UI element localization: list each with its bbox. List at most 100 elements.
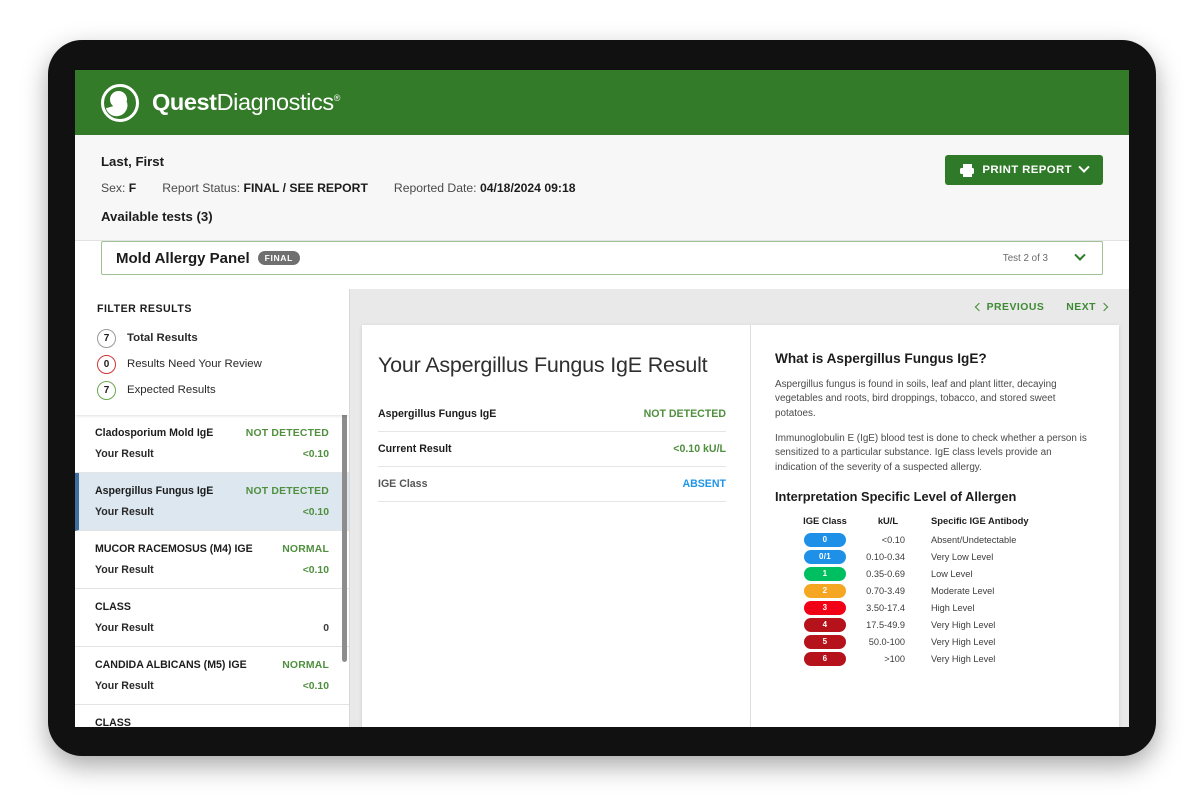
result-value-row: Your Result <0.10 bbox=[95, 506, 329, 518]
result-sub-label: Your Result bbox=[95, 564, 154, 576]
report-status-label: Report Status: bbox=[162, 181, 241, 195]
antibody-description: Low Level bbox=[931, 568, 973, 579]
report-status-value: FINAL / SEE REPORT bbox=[243, 181, 368, 195]
result-value: <0.10 bbox=[302, 507, 329, 518]
filter-count-badge: 7 bbox=[97, 328, 116, 348]
previous-label: PREVIOUS bbox=[986, 301, 1045, 313]
result-list: Cladosporium Mold IgE NOT DETECTED Your Re… bbox=[75, 415, 349, 727]
result-value-row: Your Result 0 bbox=[95, 622, 329, 634]
detail-label: Aspergillus Fungus IgE bbox=[378, 408, 497, 420]
reported-date-value: 04/18/2024 09:18 bbox=[479, 181, 576, 195]
status-badge: NOT DETECTED bbox=[245, 486, 329, 497]
brand-name-bold: Quest bbox=[152, 89, 217, 115]
info-heading: What is Aspergillus Fungus IgE? bbox=[775, 351, 987, 366]
antibody-description: Very High Level bbox=[931, 636, 996, 647]
table-row: 3 3.50-17.4 High Level bbox=[793, 599, 1029, 616]
tablet-screen: QuestDiagnostics® Last, First Sex: F Rep… bbox=[75, 70, 1129, 727]
chevron-down-icon[interactable] bbox=[1074, 249, 1086, 261]
status-badge: NOT DETECTED bbox=[245, 428, 329, 439]
previous-result-link[interactable]: PREVIOUS bbox=[974, 301, 1045, 313]
kul-value: >100 bbox=[884, 653, 905, 664]
list-item[interactable]: Aspergillus Fungus IgE NOT DETECTED Your R… bbox=[75, 473, 349, 531]
info-paragraph: Aspergillus fungus is found in soils, le… bbox=[775, 379, 1057, 419]
ige-class-badge: 6 bbox=[804, 651, 846, 666]
patient-sex: Sex: F bbox=[101, 181, 136, 195]
print-report-button[interactable]: PRINT REPORT bbox=[945, 155, 1103, 185]
table-row: 1 0.35-0.69 Low Level bbox=[793, 565, 1029, 582]
result-sub-label: Your Result bbox=[95, 448, 154, 460]
list-item[interactable]: MUCOR RACEMOSUS (M4) IGE NORMAL Your Resul… bbox=[75, 531, 349, 589]
list-item[interactable]: CLASSYour Result0 bbox=[75, 705, 349, 727]
filter-row-1[interactable]: 0 Results Need Your Review bbox=[75, 351, 349, 377]
filter-count-badge: 7 bbox=[97, 380, 116, 400]
result-title: Cladosporium Mold IgE bbox=[95, 427, 214, 439]
results-sidebar: FILTER RESULTS 7 Total Results 0 Results Ne… bbox=[75, 289, 350, 727]
class-badge-cell: 0/1 bbox=[793, 548, 857, 565]
result-sub-label: Your Result bbox=[95, 506, 154, 518]
ige-class-badge: 0/1 bbox=[804, 549, 846, 564]
brand-trademark: ® bbox=[333, 93, 341, 104]
table-row: 2 0.70-3.49 Moderate Level bbox=[793, 582, 1029, 599]
quest-logo-icon bbox=[101, 83, 139, 122]
result-value-row: Your Result <0.10 bbox=[95, 448, 329, 460]
test-selector-name: Mold Allergy Panel bbox=[116, 249, 250, 267]
class-badge-cell: 2 bbox=[793, 582, 857, 599]
class-badge-cell: 0 bbox=[793, 531, 857, 548]
interpretation-table: IGE Class kU/L Specific IGE Antibody 0 <0.1… bbox=[793, 515, 1029, 667]
filter-label: Total Results bbox=[127, 332, 198, 344]
filter-row-2[interactable]: 7 Expected Results bbox=[75, 377, 349, 403]
info-paragraph: Immunoglobulin E (IgE) blood test is don… bbox=[775, 433, 1087, 473]
list-item[interactable]: CANDIDA ALBICANS (M5) IGE NORMAL Your Resu… bbox=[75, 647, 349, 705]
result-value: <0.10 bbox=[302, 565, 329, 576]
filter-label: Expected Results bbox=[127, 384, 216, 396]
interpretation-header-row: IGE Class kU/L Specific IGE Antibody bbox=[793, 515, 1028, 531]
list-item[interactable]: CLASS Your Result0 bbox=[75, 589, 349, 647]
status-badge: NORMAL bbox=[282, 660, 329, 671]
sex-value: F bbox=[128, 181, 137, 195]
table-row: 0 <0.10 Absent/Undetectable bbox=[793, 531, 1029, 548]
body-split: FILTER RESULTS 7 Total Results 0 Results Ne… bbox=[75, 289, 1129, 727]
sex-label: Sex: bbox=[101, 181, 126, 195]
list-item[interactable]: Cladosporium Mold IgE NOT DETECTED Your Re… bbox=[75, 415, 349, 473]
brand-header: QuestDiagnostics® bbox=[75, 70, 1129, 135]
result-title-row: CLASS bbox=[95, 717, 329, 727]
reported-date-label: Reported Date: bbox=[393, 181, 477, 195]
printer-icon bbox=[960, 163, 975, 177]
filter-results-panel: FILTER RESULTS 7 Total Results 0 Results Ne… bbox=[75, 289, 349, 415]
detail-row: Aspergillus Fungus IgE NOT DETECTED bbox=[378, 408, 726, 432]
column-header: IGE Class bbox=[803, 515, 847, 527]
ige-class-badge: 0 bbox=[804, 532, 846, 547]
kul-value: 0.70-3.49 bbox=[866, 585, 905, 596]
result-value-row: Your Result <0.10 bbox=[95, 564, 329, 576]
detail-value: <0.10 kU/L bbox=[673, 443, 726, 455]
table-row: 4 17.5-49.9 Very High Level bbox=[793, 616, 1029, 633]
reported-date: Reported Date: 04/18/2024 09:18 bbox=[394, 181, 576, 195]
antibody-description: High Level bbox=[931, 602, 975, 613]
result-value: 0 bbox=[323, 623, 329, 634]
table-row: 0/1 0.10-0.34 Very Low Level bbox=[793, 548, 1029, 565]
antibody-description: Very High Level bbox=[931, 653, 996, 664]
result-value: <0.10 bbox=[302, 449, 329, 460]
test-selector[interactable]: Mold Allergy Panel FINAL Test 2 of 3 bbox=[101, 241, 1103, 275]
info-paragraphs: Aspergillus fungus is found in soils, le… bbox=[775, 378, 1095, 475]
result-title-row: Aspergillus Fungus IgE NOT DETECTED bbox=[95, 485, 329, 497]
detail-value: NOT DETECTED bbox=[643, 408, 726, 420]
filter-label: Results Need Your Review bbox=[127, 358, 262, 370]
result-value: <0.10 bbox=[302, 681, 329, 692]
ige-class-badge: 2 bbox=[804, 583, 846, 598]
result-title: CLASS bbox=[95, 601, 131, 613]
filter-row-0[interactable]: 7 Total Results bbox=[75, 325, 349, 351]
interpretation-body: 0 <0.10 Absent/Undetectable 0/1 0.10-0.34 Ver… bbox=[793, 531, 1029, 667]
kul-value: 50.0-100 bbox=[868, 636, 905, 647]
print-report-label: PRINT REPORT bbox=[982, 164, 1072, 176]
next-result-link[interactable]: NEXT bbox=[1066, 302, 1109, 313]
result-pager: PREVIOUS NEXT bbox=[350, 289, 1129, 325]
table-row: 6 >100 Very High Level bbox=[793, 650, 1029, 667]
result-sub-label: Your Result bbox=[95, 680, 154, 692]
chevron-right-icon bbox=[1099, 302, 1109, 312]
sidebar-scrollbar[interactable] bbox=[342, 397, 347, 662]
detail-label: Current Result bbox=[378, 443, 452, 455]
available-tests-label: Available tests (3) bbox=[101, 209, 213, 224]
main-area: PREVIOUS NEXT Your Aspergillus Fungus Ig… bbox=[350, 289, 1129, 727]
status-badge: NORMAL bbox=[282, 544, 329, 555]
